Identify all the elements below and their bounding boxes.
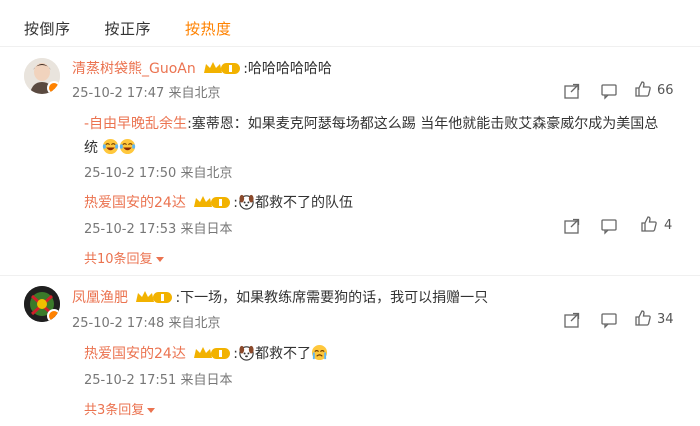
- comment-2-header: 凤凰渔肥 :下一场，如果教练席需要狗的话，我可以捐赠一只: [72, 287, 488, 307]
- tab-reverse-order[interactable]: 按倒序: [24, 18, 71, 39]
- share-icon[interactable]: [563, 217, 581, 235]
- reply-1-1-line2: 统: [84, 137, 136, 157]
- laugh-cry-emoji: [103, 138, 119, 155]
- comment-2-text: :下一场，如果教练席需要狗的话，我可以捐赠一只: [175, 290, 489, 306]
- comment-icon[interactable]: [600, 311, 618, 329]
- reply-1-2-like-count: 4: [664, 218, 673, 233]
- tabs-divider: [0, 46, 700, 47]
- share-icon[interactable]: [563, 82, 581, 100]
- comment-2-location: 来自北京: [168, 316, 221, 331]
- reply-2-1-location: 来自日本: [180, 373, 233, 388]
- comment-icon[interactable]: [600, 217, 618, 235]
- comment-1-username[interactable]: 清蒸树袋熊_GuoAn: [72, 61, 196, 77]
- reply-2-1-meta: 25-10-2 17:51 来自日本: [84, 369, 233, 388]
- avatar[interactable]: [24, 58, 60, 94]
- level-crown-badge: [203, 60, 241, 76]
- tab-by-popularity[interactable]: 按热度: [185, 18, 232, 39]
- comment-2-username[interactable]: 凤凰渔肥: [72, 290, 128, 306]
- reply-2-1-username[interactable]: 热爱国安的24达: [84, 346, 186, 362]
- reply-1-2-meta: 25-10-2 17:53 来自日本: [84, 218, 233, 237]
- chevron-down-icon: [147, 408, 156, 413]
- reply-1-1-line1: -自由早晚乱余生:塞蒂恩：如果麦克阿瑟每场都这么踢 当年他就能击败艾森豪威尔成为…: [84, 113, 658, 133]
- crying-emoji: [311, 344, 328, 361]
- more-replies-label: 共3条回复: [84, 403, 145, 418]
- avatar[interactable]: [24, 286, 60, 322]
- reply-1-2-time: 25-10-2 17:53: [84, 222, 177, 237]
- more-replies-label: 共10条回复: [84, 252, 153, 267]
- comment-icon[interactable]: [600, 82, 618, 100]
- comment-1-header: 清蒸树袋熊_GuoAn :哈哈哈哈哈哈: [72, 58, 332, 78]
- verified-badge: [47, 309, 60, 322]
- sort-tabs: 按倒序 按正序 按热度: [24, 18, 266, 39]
- level-crown-badge: [193, 345, 231, 361]
- comment-1-time: 25-10-2 17:47: [72, 86, 165, 101]
- reply-1-2-username[interactable]: 热爱国安的24达: [84, 195, 186, 211]
- reply-1-1-location: 来自北京: [180, 166, 233, 181]
- reply-1-1-time: 25-10-2 17:50: [84, 166, 177, 181]
- dog-emoji: [239, 194, 254, 210]
- level-crown-badge: [135, 289, 173, 305]
- reply-1-1-meta: 25-10-2 17:50 来自北京: [84, 162, 233, 181]
- comment-1-text: :哈哈哈哈哈哈: [243, 61, 332, 77]
- comment-2-like-count: 34: [657, 312, 674, 327]
- comment-divider: [0, 275, 700, 276]
- like-icon[interactable]: [634, 309, 652, 327]
- reply-1-2-line: 热爱国安的24达 : 都救不了的队伍: [84, 194, 353, 211]
- comment-1-meta: 25-10-2 17:47 来自北京: [72, 82, 221, 101]
- chevron-down-icon: [155, 257, 164, 262]
- reply-1-2-location: 来自日本: [180, 222, 233, 237]
- laugh-cry-emoji: [120, 138, 136, 155]
- like-icon[interactable]: [640, 215, 658, 233]
- verified-badge: [47, 81, 60, 94]
- reply-2-1-line: 热爱国安的24达 : 都救不了: [84, 343, 328, 363]
- comment-1-location: 来自北京: [168, 86, 221, 101]
- comment-1-like-count: 66: [657, 83, 674, 98]
- comment-2-meta: 25-10-2 17:48 来自北京: [72, 312, 221, 331]
- level-crown-badge: [193, 194, 231, 210]
- share-icon[interactable]: [563, 311, 581, 329]
- more-replies-link[interactable]: 共3条回复: [84, 399, 156, 418]
- reply-2-1-time: 25-10-2 17:51: [84, 373, 177, 388]
- reply-1-2-text: 都救不了的队伍: [255, 195, 353, 211]
- reply-2-1-text: 都救不了: [255, 346, 311, 362]
- reply-1-1-username[interactable]: -自由早晚乱余生: [84, 116, 187, 132]
- dog-emoji: [239, 345, 254, 361]
- more-replies-link[interactable]: 共10条回复: [84, 248, 164, 267]
- reply-1-1-text-cont: 统: [84, 140, 98, 156]
- like-icon[interactable]: [634, 80, 652, 98]
- reply-1-1-text: :塞蒂恩：如果麦克阿瑟每场都这么踢 当年他就能击败艾森豪威尔成为美国总: [187, 116, 659, 132]
- comment-2-time: 25-10-2 17:48: [72, 316, 165, 331]
- tab-forward-order[interactable]: 按正序: [105, 18, 152, 39]
